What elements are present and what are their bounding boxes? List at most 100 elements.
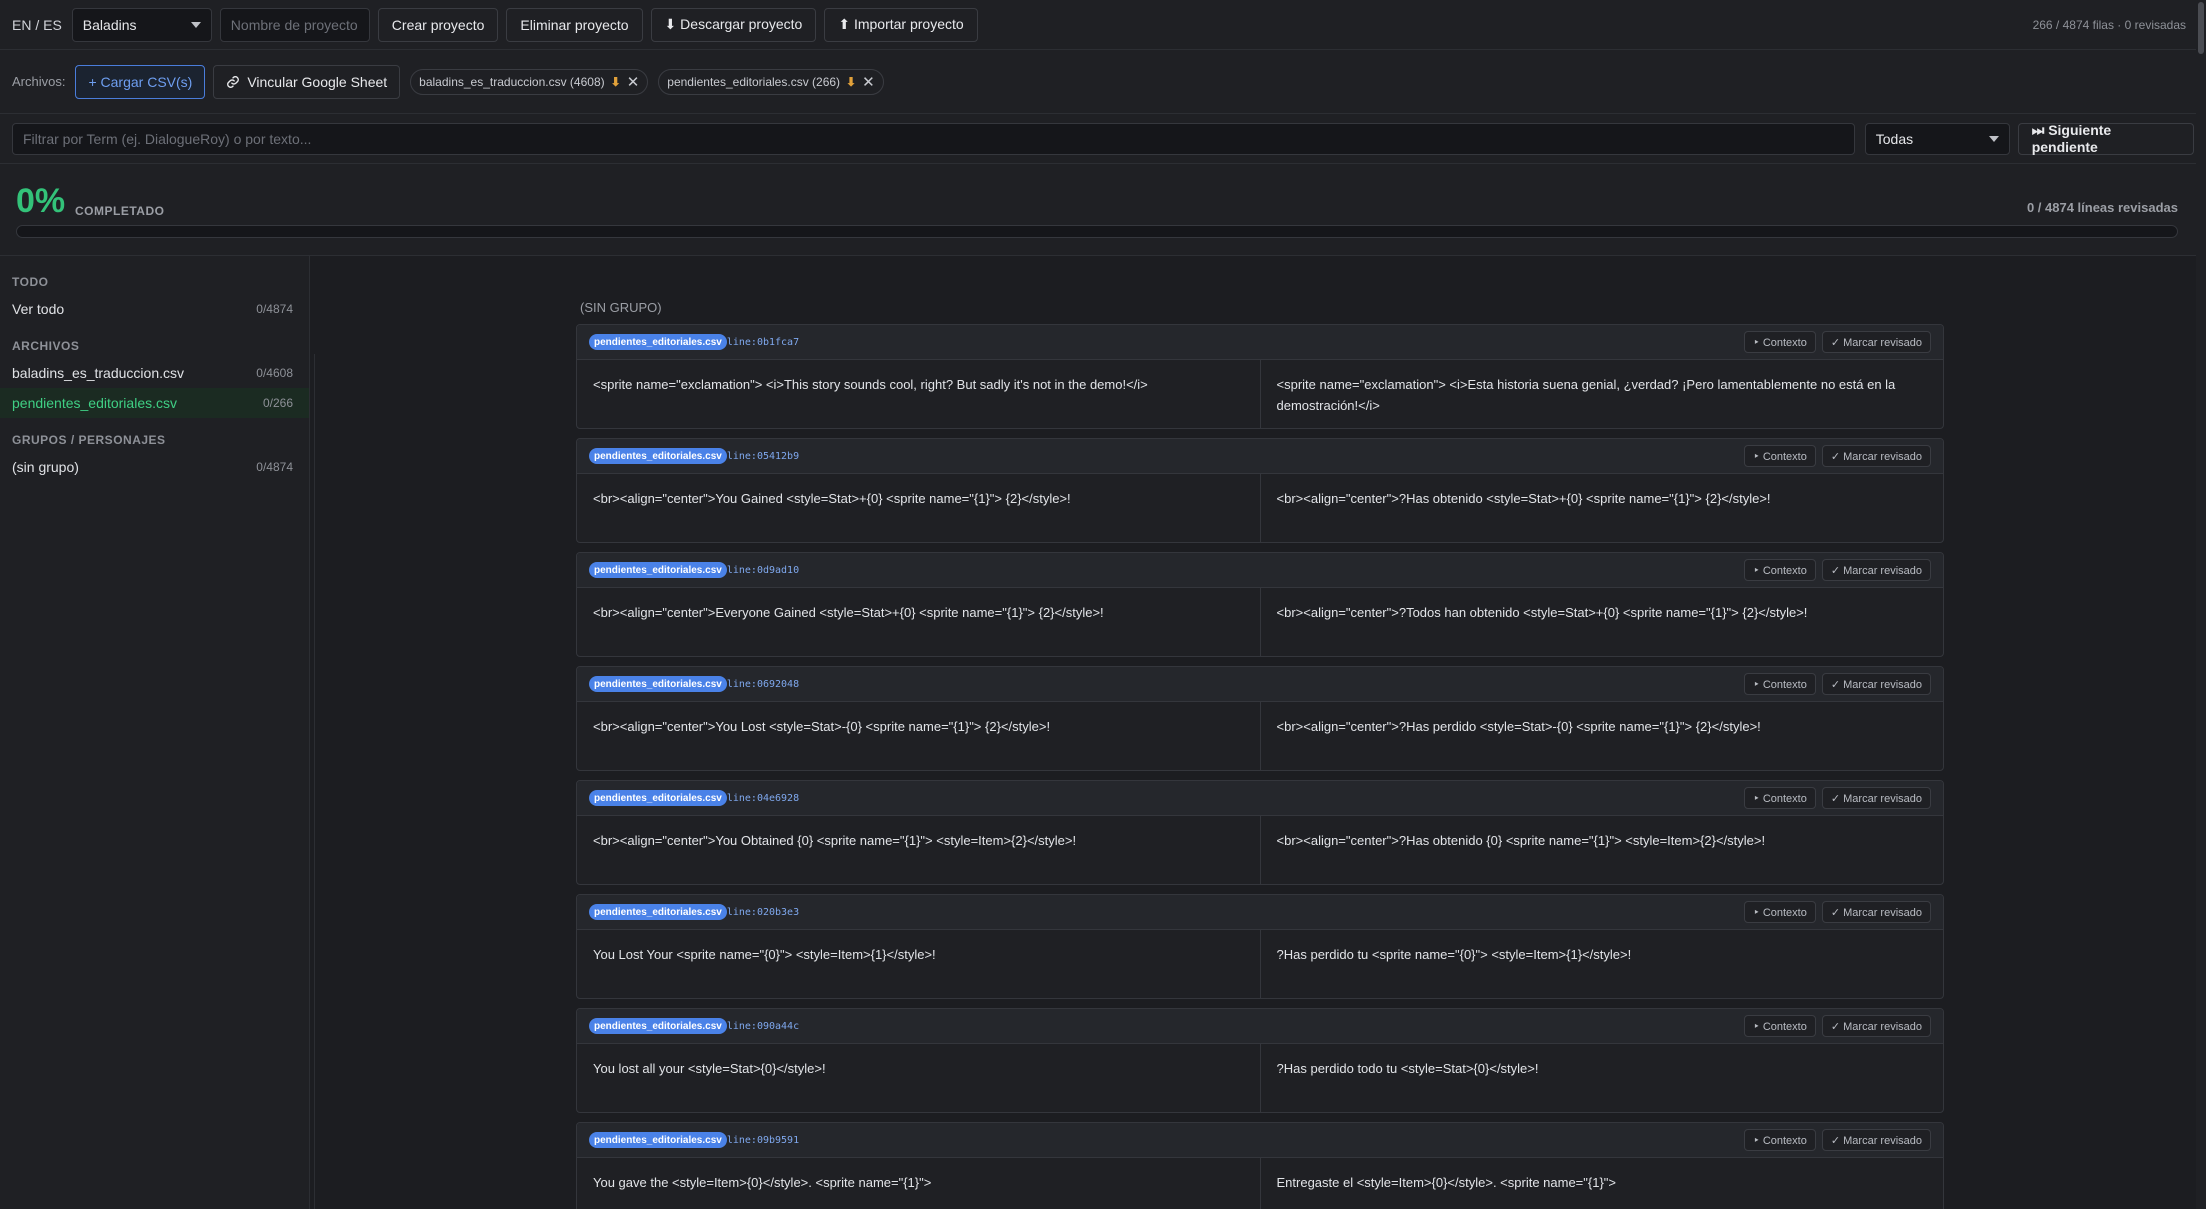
context-button[interactable]: ‣ Contexto: [1744, 559, 1816, 581]
filter-input[interactable]: [12, 122, 1855, 155]
close-icon[interactable]: ✕: [627, 73, 640, 91]
delete-project-button[interactable]: Eliminar proyecto: [506, 7, 643, 42]
status-select[interactable]: Todas: [1864, 122, 2010, 155]
entry-actions: ‣ Contexto ✓ Marcar revisado: [1744, 1015, 1931, 1037]
mark-reviewed-button[interactable]: ✓ Marcar revisado: [1821, 559, 1931, 581]
sidebar-section-grupos: GRUPOS / PERSONAJES: [12, 433, 166, 447]
context-button[interactable]: ‣ Contexto: [1744, 1129, 1816, 1151]
file-chip-baladins[interactable]: baladins_es_traduccion.csv (4608) ⬇ ✕: [410, 68, 649, 95]
term-key: line:0d9ad10: [726, 564, 800, 576]
entry-body: <br><align="center">You Lost <style=Stat…: [577, 702, 1944, 770]
file-badge: pendientes_editoriales.csv: [589, 562, 727, 578]
entry-header: pendientes_editoriales.csv line:09b9591 …: [577, 1123, 1943, 1158]
entry-actions: ‣ Contexto ✓ Marcar revisado: [1744, 901, 1931, 923]
entry-card: pendientes_editoriales.csv line:0d9ad10 …: [576, 552, 1944, 657]
entry-card: pendientes_editoriales.csv line:04e6928 …: [576, 780, 1944, 885]
sidebar: TODO Ver todo 0/4874 ARCHIVOS baladins_e…: [0, 256, 310, 1209]
context-button[interactable]: ‣ Contexto: [1744, 787, 1816, 809]
link-google-sheet-button[interactable]: Vincular Google Sheet: [213, 64, 401, 99]
mark-reviewed-button[interactable]: ✓ Marcar revisado: [1821, 445, 1931, 467]
entry-body: <br><align="center">Everyone Gained <sty…: [577, 588, 1944, 656]
entry-header: pendientes_editoriales.csv line:0b1fca7 …: [577, 325, 1943, 360]
source-text: <br><align="center">You Gained <style=St…: [593, 491, 1071, 506]
file-chip-pendientes[interactable]: pendientes_editoriales.csv (266) ⬇ ✕: [658, 68, 884, 95]
close-icon[interactable]: ✕: [862, 73, 875, 91]
file-badge: pendientes_editoriales.csv: [589, 790, 727, 806]
source-text: <br><align="center">You Obtained {0} <sp…: [593, 833, 1077, 848]
file-badge: pendientes_editoriales.csv: [589, 334, 727, 350]
download-icon[interactable]: ⬇: [846, 75, 856, 89]
language-pair: EN / ES: [12, 16, 62, 33]
file-badge: pendientes_editoriales.csv: [589, 904, 727, 920]
translation-text[interactable]: ?Has perdido tu <sprite name="{0}"> <sty…: [1259, 930, 1944, 998]
chevron-down-icon: [190, 21, 201, 28]
upload-csv-button[interactable]: + Cargar CSV(s): [75, 64, 206, 99]
next-pending-button[interactable]: ⏭ Siguiente pendiente: [2017, 122, 2194, 155]
term-key: line:04e6928: [726, 792, 800, 804]
mark-reviewed-button[interactable]: ✓ Marcar revisado: [1821, 1129, 1931, 1151]
translation-text[interactable]: <br><align="center">?Has obtenido {0} <s…: [1259, 816, 1944, 884]
file-badge: pendientes_editoriales.csv: [589, 1132, 727, 1148]
entry-header: pendientes_editoriales.csv line:020b3e3 …: [577, 895, 1943, 930]
context-button[interactable]: ‣ Contexto: [1744, 1015, 1816, 1037]
sidebar-item-ver-todo[interactable]: Ver todo 0/4874: [0, 294, 309, 324]
files-label: Archivos:: [12, 74, 66, 89]
scrollbar[interactable]: [2196, 0, 2206, 1209]
translation-text[interactable]: <br><align="center">?Has perdido <style=…: [1259, 702, 1944, 770]
progress-label: COMPLETADO: [75, 204, 165, 218]
term-key: line:020b3e3: [726, 906, 800, 918]
scrollbar-thumb[interactable]: [2198, 2, 2204, 54]
context-button[interactable]: ‣ Contexto: [1744, 673, 1816, 695]
sidebar-item-baladins[interactable]: baladins_es_traduccion.csv 0/4608: [0, 358, 309, 388]
entry-card: pendientes_editoriales.csv line:0b1fca7 …: [576, 324, 1944, 429]
file-badge: pendientes_editoriales.csv: [589, 448, 727, 464]
project-select[interactable]: Baladins: [71, 7, 212, 42]
import-project-button[interactable]: ⬆ Importar proyecto: [824, 7, 978, 42]
project-name-input[interactable]: [219, 7, 370, 42]
entry-header: pendientes_editoriales.csv line:0692048 …: [577, 667, 1943, 702]
entry-body: <br><align="center">You Obtained {0} <sp…: [577, 816, 1944, 884]
mark-reviewed-button[interactable]: ✓ Marcar revisado: [1821, 673, 1931, 695]
create-project-button[interactable]: Crear proyecto: [377, 7, 499, 42]
file-chip-name: pendientes_editoriales.csv (266): [667, 74, 841, 89]
progress-percent: 0%: [16, 182, 66, 220]
term-key: line:05412b9: [726, 450, 800, 462]
entry-actions: ‣ Contexto ✓ Marcar revisado: [1744, 1129, 1931, 1151]
entry-card: pendientes_editoriales.csv line:090a44c …: [576, 1008, 1944, 1113]
project-select-value: Baladins: [82, 16, 137, 33]
translation-text[interactable]: ?Has perdido todo tu <style=Stat>{0}</st…: [1259, 1044, 1944, 1112]
entry-header: pendientes_editoriales.csv line:090a44c …: [577, 1009, 1943, 1044]
file-badge: pendientes_editoriales.csv: [589, 676, 727, 692]
translation-text[interactable]: <br><align="center">?Todos han obtenido …: [1259, 588, 1944, 656]
entry-actions: ‣ Contexto ✓ Marcar revisado: [1744, 559, 1931, 581]
source-text: <br><align="center">You Lost <style=Stat…: [593, 719, 1051, 734]
file-chip-name: baladins_es_traduccion.csv (4608): [419, 74, 605, 89]
term-key: line:09b9591: [726, 1134, 800, 1146]
entry-body: You Lost Your <sprite name="{0}"> <style…: [577, 930, 1944, 998]
mark-reviewed-button[interactable]: ✓ Marcar revisado: [1821, 787, 1931, 809]
context-button[interactable]: ‣ Contexto: [1744, 445, 1816, 467]
sidebar-item-label: Ver todo: [12, 301, 65, 317]
translation-text[interactable]: <sprite name="exclamation"> <i>Esta hist…: [1259, 360, 1944, 428]
context-button[interactable]: ‣ Contexto: [1744, 901, 1816, 923]
entry-body: <br><align="center">You Gained <style=St…: [577, 474, 1944, 542]
row-count: 266 / 4874 filas · 0 revisadas: [2032, 17, 2186, 32]
sidebar-item-sin-grupo[interactable]: (sin grupo) 0/4874: [0, 452, 309, 482]
entry-actions: ‣ Contexto ✓ Marcar revisado: [1744, 331, 1931, 353]
entry-actions: ‣ Contexto ✓ Marcar revisado: [1744, 445, 1931, 467]
translation-text[interactable]: Entregaste el <style=Item>{0}</style>. <…: [1259, 1158, 1944, 1209]
mark-reviewed-button[interactable]: ✓ Marcar revisado: [1821, 1015, 1931, 1037]
context-button[interactable]: ‣ Contexto: [1744, 331, 1816, 353]
mark-reviewed-button[interactable]: ✓ Marcar revisado: [1821, 331, 1931, 353]
translation-text[interactable]: <br><align="center">?Has obtenido <style…: [1259, 474, 1944, 542]
sidebar-item-pendientes[interactable]: pendientes_editoriales.csv 0/266: [0, 388, 309, 418]
sidebar-section-todo: TODO: [12, 275, 49, 289]
entry-body: You gave the <style=Item>{0}</style>. <s…: [577, 1158, 1943, 1209]
chevron-down-icon: [1988, 135, 1999, 142]
download-icon[interactable]: ⬇: [611, 75, 621, 89]
entry-actions: ‣ Contexto ✓ Marcar revisado: [1744, 787, 1931, 809]
sidebar-item-count: 0/4874: [256, 460, 293, 474]
download-project-button[interactable]: ⬇ Descargar proyecto: [650, 7, 817, 42]
mark-reviewed-button[interactable]: ✓ Marcar revisado: [1821, 901, 1931, 923]
term-key: line:0692048: [726, 678, 800, 690]
